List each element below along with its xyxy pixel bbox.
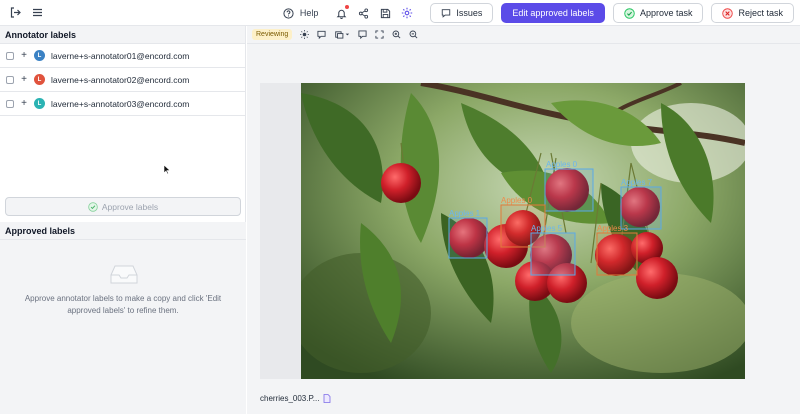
edit-approved-labels-button[interactable]: Edit approved labels: [501, 3, 605, 23]
fullscreen-icon[interactable]: [375, 30, 384, 39]
reject-task-button[interactable]: Reject task: [711, 3, 794, 23]
layers-dropdown-icon[interactable]: [334, 30, 350, 39]
share-icon[interactable]: [356, 6, 370, 20]
expand-icon[interactable]: +: [20, 98, 28, 109]
comment-icon: [442, 9, 451, 18]
check-circle-icon: [624, 7, 635, 19]
issues-label: Issues: [456, 8, 483, 18]
approve-labels-button[interactable]: Approve labels: [5, 197, 241, 216]
help-button[interactable]: Help: [283, 7, 319, 19]
editor-area: Reviewing Apples 0 Apples 7 Apples 1 App…: [247, 26, 800, 414]
comment-bubble-icon[interactable]: [358, 30, 367, 39]
mouse-cursor-icon: [163, 164, 171, 175]
left-panel: Annotator labels + L laverne+s-annotator…: [0, 26, 246, 414]
annotator-row[interactable]: + L laverne+s-annotator02@encord.com: [0, 68, 245, 92]
top-bar: Help Issues Edit approved labels Approve…: [0, 0, 800, 26]
help-label: Help: [299, 8, 319, 18]
file-name: cherries_003.P...: [260, 394, 331, 403]
edit-approved-labels-label: Edit approved labels: [512, 8, 594, 18]
annotator-row[interactable]: + L laverne+s-annotator01@encord.com: [0, 44, 245, 68]
annotator-labels-title: Annotator labels: [0, 26, 245, 44]
file-name-text: cherries_003.P...: [260, 394, 320, 403]
annotator-row[interactable]: + L laverne+s-annotator03@encord.com: [0, 92, 245, 116]
notification-dot: [345, 5, 350, 9]
annotator-email: laverne+s-annotator03@encord.com: [51, 98, 190, 109]
annotation-label: Apples 0: [546, 160, 578, 169]
annotator-email: laverne+s-annotator02@encord.com: [51, 74, 190, 85]
issues-button[interactable]: Issues: [430, 3, 494, 23]
annotation-label: Apples 1: [449, 209, 481, 218]
annotation-label: Apples 5: [531, 224, 563, 233]
annotation-label: Apples 7: [621, 178, 653, 187]
approve-task-label: Approve task: [639, 8, 693, 18]
question-icon: [283, 7, 294, 19]
status-badge: Reviewing: [252, 29, 293, 40]
cherries-image[interactable]: Apples 0 Apples 7 Apples 1 Apples 0 Appl…: [301, 83, 745, 379]
comment-icon[interactable]: [317, 30, 326, 39]
brightness-icon[interactable]: [300, 30, 310, 39]
exit-icon[interactable]: [8, 6, 22, 20]
expand-icon[interactable]: +: [20, 74, 28, 85]
annotator-checkbox[interactable]: [6, 51, 14, 60]
zoom-in-icon[interactable]: [392, 30, 401, 39]
annotator-email: laverne+s-annotator01@encord.com: [51, 50, 190, 61]
file-icon: [324, 394, 331, 403]
menu-icon[interactable]: [30, 6, 44, 20]
editor-toolbar: Reviewing: [247, 26, 800, 44]
reject-circle-icon: [722, 7, 734, 19]
annotator-checkbox[interactable]: [6, 75, 14, 84]
avatar: L: [34, 50, 45, 61]
bell-icon[interactable]: [334, 5, 350, 20]
reject-task-label: Reject task: [738, 8, 783, 18]
zoom-out-icon[interactable]: [409, 30, 418, 39]
save-icon[interactable]: [378, 6, 392, 20]
inbox-icon: [110, 265, 138, 284]
avatar: L: [34, 74, 45, 85]
approve-task-button[interactable]: Approve task: [612, 3, 704, 23]
annotation-label: Apples 3: [597, 224, 629, 233]
gear-icon[interactable]: [400, 6, 414, 20]
approve-labels-label: Approve labels: [101, 201, 159, 212]
avatar: L: [34, 98, 45, 109]
approved-labels-title: Approved labels: [0, 222, 246, 240]
check-circle-icon: [88, 201, 98, 212]
empty-state-text: Approve annotator labels to make a copy …: [24, 294, 222, 315]
expand-icon[interactable]: +: [20, 50, 28, 61]
annotation-label: Apples 0: [501, 196, 533, 205]
annotator-checkbox[interactable]: [6, 99, 14, 108]
